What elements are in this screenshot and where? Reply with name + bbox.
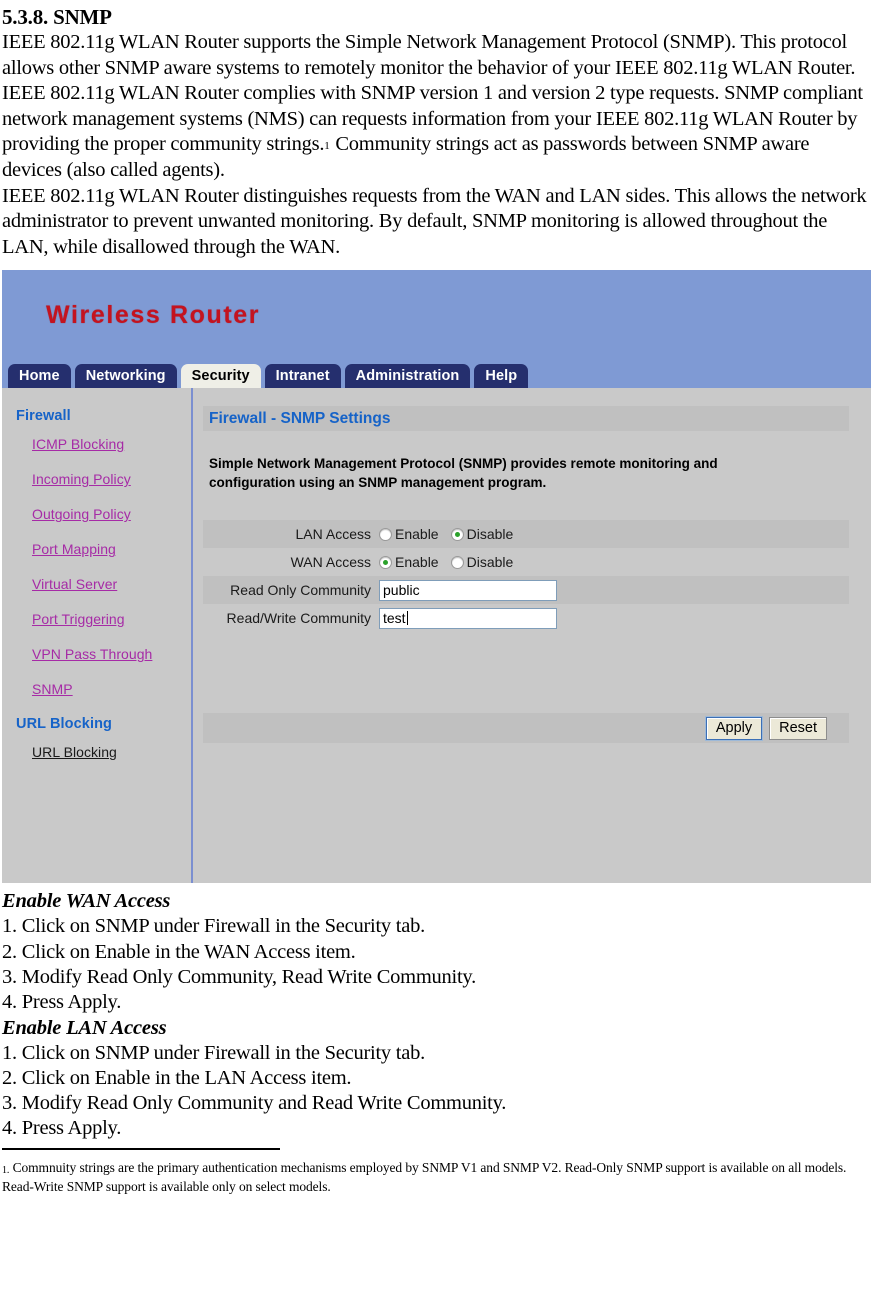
sidebar-item-outgoing-policy[interactable]: Outgoing Policy [2, 506, 191, 522]
wan-disable-label: Disable [466, 554, 514, 571]
wan-enable-radio-group[interactable]: Enable [379, 554, 439, 570]
lan-step-3: 3. Modify Read Only Community and Read W… [2, 1092, 507, 1115]
radio-icon[interactable] [379, 527, 392, 541]
panel-description: Simple Network Management Protocol (SNMP… [209, 456, 718, 491]
wan-access-label: WAN Access [290, 554, 371, 571]
read-write-community-value: test [383, 609, 406, 626]
read-only-community-control: public [379, 579, 849, 601]
wan-step-3: 3. Modify Read Only Community, Read Writ… [2, 965, 476, 988]
router-body: Firewall ICMP Blocking Incoming Policy O… [2, 388, 871, 884]
wan-steps-heading: Enable WAN Access [2, 890, 171, 913]
panel-title: Firewall - SNMP Settings [203, 406, 849, 432]
tab-home[interactable]: Home [8, 364, 71, 389]
radio-selected-icon[interactable] [379, 555, 392, 569]
wan-access-controls: Enable Disable [379, 554, 849, 570]
wan-disable-radio-group[interactable]: Disable [450, 554, 514, 571]
document-page: 5.3.8. SNMP IEEE 802.11g WLAN Router sup… [0, 4, 871, 1196]
footnote-body: Commnuity strings are the primary authen… [2, 1159, 847, 1195]
sidebar-item-vpn-pass-through[interactable]: VPN Pass Through [2, 646, 191, 662]
read-write-community-control: test [379, 607, 849, 629]
lan-enable-radio-group[interactable]: Enable [379, 526, 439, 542]
lan-steps-heading: Enable LAN Access [2, 1016, 167, 1039]
sidebar-item-url-blocking[interactable]: URL Blocking [2, 744, 191, 760]
sidebar-item-virtual-server[interactable]: Virtual Server [2, 576, 191, 592]
sidebar-group-url-blocking: URL Blocking [16, 716, 112, 733]
tab-security[interactable]: Security [180, 364, 261, 389]
tab-networking[interactable]: Networking [74, 364, 177, 389]
tab-administration[interactable]: Administration [344, 364, 471, 389]
sidebar-item-snmp[interactable]: SNMP [2, 681, 191, 697]
read-only-community-value: public [383, 581, 420, 598]
row-read-write-community: Read/Write Community test [203, 604, 849, 633]
section-heading: 5.3.8. SNMP [2, 5, 112, 29]
sidebar-group-firewall: Firewall [16, 408, 71, 425]
lan-disable-radio-group[interactable]: Disable [450, 526, 514, 543]
row-read-only-community: Read Only Community public [203, 576, 849, 605]
row-lan-access: LAN Access Enable Disable [203, 520, 849, 549]
apply-button[interactable]: Apply [704, 715, 764, 741]
read-write-community-input[interactable]: test [379, 607, 557, 629]
read-only-community-label: Read Only Community [230, 582, 371, 599]
text-cursor [406, 611, 408, 626]
radio-icon[interactable] [450, 555, 464, 569]
form-button-row: Apply Reset [203, 713, 849, 744]
lan-access-label: LAN Access [295, 526, 371, 543]
sidebar-nav: Firewall ICMP Blocking Incoming Policy O… [2, 388, 193, 884]
sidebar-item-port-triggering[interactable]: Port Triggering [2, 611, 191, 627]
read-write-community-label: Read/Write Community [226, 610, 371, 627]
wan-enable-label: Enable [395, 554, 439, 571]
sidebar-item-icmp-blocking[interactable]: ICMP Blocking [2, 436, 191, 452]
intro-paragraph-2: IEEE 802.11g WLAN Router distinguishes r… [2, 184, 867, 258]
wan-step-1: 1. Click on SNMP under Firewall in the S… [2, 915, 425, 938]
sidebar-item-port-mapping[interactable]: Port Mapping [2, 541, 191, 557]
lan-disable-label: Disable [466, 526, 514, 543]
reset-button[interactable]: Reset [769, 716, 827, 740]
lan-access-controls: Enable Disable [379, 526, 849, 542]
sidebar-item-incoming-policy[interactable]: Incoming Policy [2, 471, 191, 487]
tab-help[interactable]: Help [474, 364, 529, 389]
row-wan-access: WAN Access Enable Disable [203, 548, 849, 577]
lan-step-1: 1. Click on SNMP under Firewall in the S… [2, 1041, 425, 1064]
wan-step-2: 2. Click on Enable in the WAN Access ite… [2, 940, 356, 963]
snmp-settings-form: LAN Access Enable Disable WAN Access Ena… [203, 520, 849, 744]
main-tab-bar: Home Networking Security Intranet Admini… [2, 364, 871, 389]
lan-enable-label: Enable [395, 526, 439, 543]
router-header: Wireless Router Home Networking Security… [2, 270, 871, 389]
router-ui-screenshot: Wireless Router Home Networking Security… [2, 270, 871, 884]
settings-panel: Firewall - SNMP Settings Simple Network … [193, 388, 871, 883]
lan-step-2: 2. Click on Enable in the LAN Access ite… [2, 1066, 352, 1089]
lan-step-4: 4. Press Apply. [2, 1117, 122, 1140]
read-only-community-input[interactable]: public [379, 579, 557, 601]
footnote-text: 1. Commnuity strings are the primary aut… [2, 1159, 869, 1196]
brand-logo: Wireless Router [46, 301, 261, 330]
wan-step-4: 4. Press Apply. [2, 991, 122, 1014]
footnote-separator [2, 1147, 280, 1150]
radio-selected-icon[interactable] [450, 527, 464, 541]
intro-paragraph-1: IEEE 802.11g WLAN Router supports the Si… [2, 30, 869, 184]
footnote-number: 1. [2, 1164, 10, 1176]
tab-intranet[interactable]: Intranet [264, 364, 341, 389]
footnote-reference: 1 [324, 140, 330, 153]
